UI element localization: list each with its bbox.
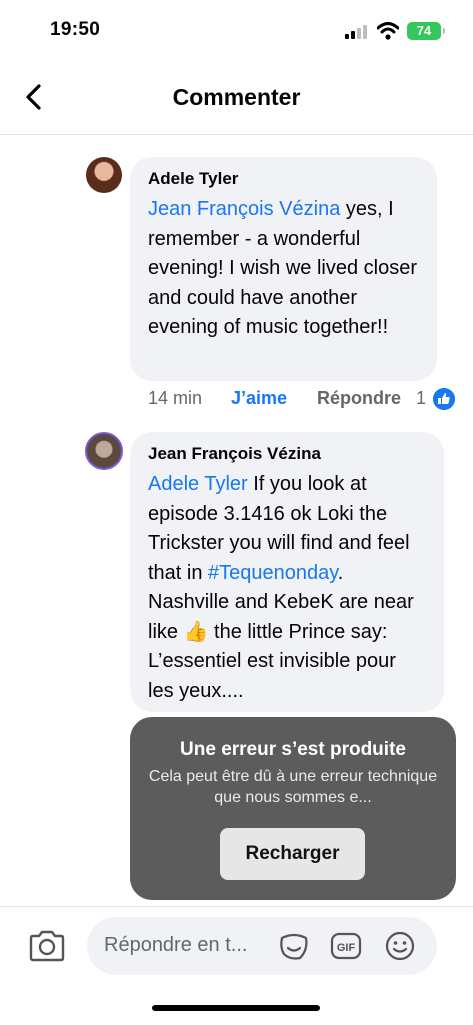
- comment-timestamp: 14 min: [148, 388, 203, 408]
- thumbs-up-reaction-icon[interactable]: [433, 388, 455, 410]
- page-header: Commenter: [0, 62, 473, 135]
- svg-text:GIF: GIF: [337, 942, 356, 954]
- like-button[interactable]: J’aime: [231, 388, 287, 409]
- comment-bubble: Jean François Vézina Adele Tyler If you …: [130, 432, 444, 712]
- error-title: Une erreur s’est produite: [180, 739, 406, 760]
- battery-icon: 74: [407, 22, 445, 40]
- camera-icon[interactable]: [28, 929, 66, 963]
- error-message: Cela peut être dû à une erreur technique…: [148, 768, 438, 806]
- comment-bubble: Adele Tyler Jean François Vézina yes, I …: [130, 157, 437, 381]
- status-time: 19:50: [50, 19, 101, 40]
- status-bar: 19:50 74: [0, 0, 473, 62]
- avatar-adele-tyler[interactable]: [86, 157, 122, 193]
- sticker-icon[interactable]: [278, 930, 310, 962]
- comment-text: Adele Tyler If you look at episode 3.141…: [148, 470, 426, 706]
- page-title: Commenter: [172, 84, 301, 110]
- mention-link[interactable]: Jean François Vézina: [148, 198, 340, 220]
- mention-link[interactable]: Adele Tyler: [148, 473, 248, 495]
- reaction-count: 1: [416, 388, 427, 408]
- avatar-jean-francois-vezina[interactable]: [85, 432, 123, 470]
- comment-author[interactable]: Jean François Vézina: [148, 444, 426, 464]
- reload-button[interactable]: Recharger: [220, 828, 365, 880]
- gif-icon[interactable]: GIF: [330, 930, 362, 962]
- emoji-icon[interactable]: [384, 930, 416, 962]
- thumbs-up-emoji: 👍: [183, 620, 209, 643]
- cellular-signal-icon: [345, 25, 367, 39]
- home-indicator[interactable]: [152, 1005, 320, 1011]
- comment-text: Jean François Vézina yes, I remember - a…: [148, 195, 419, 343]
- comment-author[interactable]: Adele Tyler: [148, 169, 419, 189]
- battery-level: 74: [416, 23, 432, 38]
- reply-placeholder: Répondre en t...: [104, 934, 248, 956]
- wifi-icon: [377, 22, 399, 40]
- reply-button[interactable]: Répondre: [317, 388, 401, 409]
- hashtag-link[interactable]: #Tequenonday: [208, 562, 338, 584]
- reply-input[interactable]: Répondre en t... GIF: [87, 917, 437, 975]
- error-toast: Une erreur s’est produite Cela peut être…: [130, 717, 456, 900]
- comment-actions: 14 min J’aime Répondre 1: [148, 388, 458, 412]
